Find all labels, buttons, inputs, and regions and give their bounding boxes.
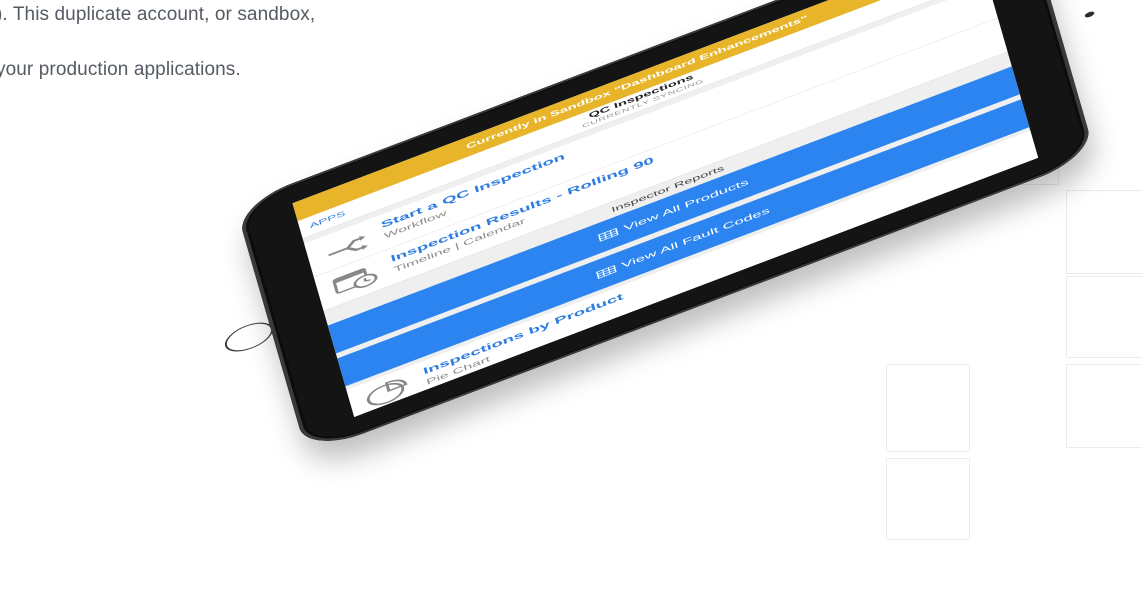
grid-table-icon [598, 227, 620, 242]
background-text-line-2: your production applications. [0, 59, 241, 80]
grid-table-icon [596, 264, 617, 279]
decorative-square [1066, 276, 1142, 358]
background-text-line-1: ). This duplicate account, or sandbox, [0, 4, 316, 25]
home-button[interactable] [221, 316, 276, 358]
camera-dot [1084, 10, 1095, 19]
decorative-square [1066, 364, 1142, 448]
decorative-square [886, 364, 970, 452]
decorative-square [1066, 190, 1142, 274]
pie-chart-icon [366, 379, 408, 406]
tablet-screen: Currently in Sandbox "Dashboard Enhancem… [292, 0, 1039, 417]
decorative-square [886, 458, 970, 540]
